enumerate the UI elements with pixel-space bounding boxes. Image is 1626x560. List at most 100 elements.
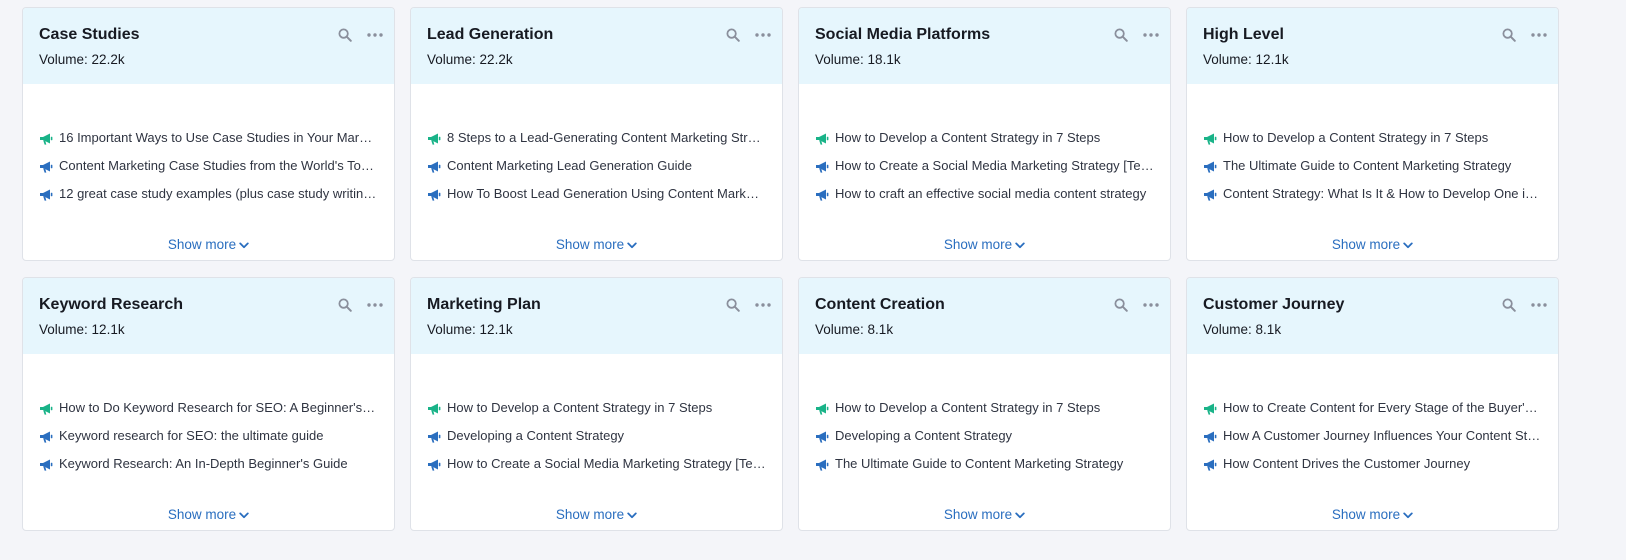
topic-item[interactable]: How to Develop a Content Strategy in 7 S…: [815, 124, 1154, 152]
search-icon[interactable]: [1112, 296, 1130, 314]
more-icon[interactable]: [366, 26, 384, 44]
topic-item[interactable]: Keyword research for SEO: the ultimate g…: [39, 422, 378, 450]
topic-title: How to Develop a Content Strategy in 7 S…: [1223, 130, 1489, 145]
megaphone-icon: [816, 161, 829, 173]
topic-item[interactable]: How to Develop a Content Strategy in 7 S…: [1203, 124, 1542, 152]
topic-list: How to Create Content for Every Stage of…: [1203, 394, 1542, 478]
megaphone-icon: [816, 459, 829, 471]
topic-item[interactable]: How to craft an effective social media c…: [815, 180, 1154, 208]
topic-title: 8 Steps to a Lead-Generating Content Mar…: [447, 130, 766, 145]
volume-value: 12.1k: [479, 322, 513, 337]
topic-item[interactable]: How to Create Content for Every Stage of…: [1203, 394, 1542, 422]
search-icon[interactable]: [336, 296, 354, 314]
more-icon[interactable]: [1142, 26, 1160, 44]
card-actions: [724, 296, 772, 314]
card-actions: [1112, 296, 1160, 314]
show-more-button[interactable]: Show more: [1187, 507, 1558, 522]
megaphone-icon: [40, 133, 53, 145]
topic-item[interactable]: How Content Drives the Customer Journey: [1203, 450, 1542, 478]
topic-title: The Ultimate Guide to Content Marketing …: [835, 456, 1124, 471]
card-actions: [336, 296, 384, 314]
topic-item[interactable]: The Ultimate Guide to Content Marketing …: [1203, 152, 1542, 180]
topic-item[interactable]: Content Strategy: What Is It & How to De…: [1203, 180, 1542, 208]
more-icon[interactable]: [754, 26, 772, 44]
search-icon[interactable]: [1500, 26, 1518, 44]
topic-item[interactable]: Content Marketing Case Studies from the …: [39, 152, 378, 180]
more-icon[interactable]: [366, 296, 384, 314]
volume-label: Volume:: [1203, 322, 1252, 337]
card-title: Lead Generation: [427, 26, 554, 43]
topic-card: Case Studies Volume: 22.2k 16 Important …: [22, 7, 395, 261]
topic-item[interactable]: The Ultimate Guide to Content Marketing …: [815, 450, 1154, 478]
volume-value: 8.1k: [1255, 322, 1282, 337]
topic-title: 12 great case study examples (plus case …: [59, 186, 378, 201]
card-title: Case Studies: [39, 26, 140, 43]
card-volume: Volume: 22.2k: [39, 51, 378, 69]
chevron-down-icon: [627, 242, 637, 249]
search-icon[interactable]: [1500, 296, 1518, 314]
topic-list: How to Do Keyword Research for SEO: A Be…: [39, 394, 378, 478]
topic-item[interactable]: 16 Important Ways to Use Case Studies in…: [39, 124, 378, 152]
more-icon[interactable]: [1142, 296, 1160, 314]
search-icon[interactable]: [724, 296, 742, 314]
megaphone-icon: [428, 161, 441, 173]
topic-title: Developing a Content Strategy: [835, 428, 1013, 443]
show-more-button[interactable]: Show more: [411, 237, 782, 252]
topic-title: How A Customer Journey Influences Your C…: [1223, 428, 1542, 443]
topic-item[interactable]: How to Do Keyword Research for SEO: A Be…: [39, 394, 378, 422]
show-more-button[interactable]: Show more: [411, 507, 782, 522]
topic-title: Content Marketing Lead Generation Guide: [447, 158, 692, 173]
card-actions: [1500, 26, 1548, 44]
topic-item[interactable]: 8 Steps to a Lead-Generating Content Mar…: [427, 124, 766, 152]
topic-list: How to Develop a Content Strategy in 7 S…: [815, 394, 1154, 478]
card-volume: Volume: 18.1k: [815, 51, 1154, 69]
chevron-down-icon: [1015, 242, 1025, 249]
topic-item[interactable]: Content Marketing Lead Generation Guide: [427, 152, 766, 180]
megaphone-icon: [40, 189, 53, 201]
more-icon[interactable]: [754, 296, 772, 314]
more-icon[interactable]: [1530, 296, 1548, 314]
card-header: Case Studies Volume: 22.2k: [23, 8, 394, 84]
more-icon[interactable]: [1530, 26, 1548, 44]
volume-value: 22.2k: [91, 52, 125, 67]
topic-title: Content Marketing Case Studies from the …: [59, 158, 378, 173]
topic-title: Developing a Content Strategy: [447, 428, 625, 443]
card-volume: Volume: 12.1k: [427, 321, 766, 339]
card-header: Marketing Plan Volume: 12.1k: [411, 278, 782, 354]
topic-title: The Ultimate Guide to Content Marketing …: [1223, 158, 1512, 173]
topic-item[interactable]: How to Create a Social Media Marketing S…: [815, 152, 1154, 180]
show-more-button[interactable]: Show more: [1187, 237, 1558, 252]
topic-item[interactable]: 12 great case study examples (plus case …: [39, 180, 378, 208]
topic-title: Content Strategy: What Is It & How to De…: [1223, 186, 1542, 201]
show-more-label: Show more: [555, 507, 625, 522]
topic-item[interactable]: How to Develop a Content Strategy in 7 S…: [427, 394, 766, 422]
card-title: High Level: [1203, 26, 1284, 43]
show-more-button[interactable]: Show more: [23, 507, 394, 522]
topic-item[interactable]: How To Boost Lead Generation Using Conte…: [427, 180, 766, 208]
megaphone-icon: [816, 189, 829, 201]
megaphone-icon: [816, 403, 829, 415]
card-title: Content Creation: [815, 296, 945, 313]
megaphone-icon: [428, 431, 441, 443]
card-actions: [1500, 296, 1548, 314]
show-more-label: Show more: [167, 237, 237, 252]
topic-item[interactable]: How to Develop a Content Strategy in 7 S…: [815, 394, 1154, 422]
topic-item[interactable]: Developing a Content Strategy: [815, 422, 1154, 450]
search-icon[interactable]: [724, 26, 742, 44]
show-more-label: Show more: [1331, 237, 1401, 252]
volume-value: 12.1k: [91, 322, 125, 337]
topic-item[interactable]: Developing a Content Strategy: [427, 422, 766, 450]
topic-item[interactable]: How A Customer Journey Influences Your C…: [1203, 422, 1542, 450]
show-more-button[interactable]: Show more: [799, 237, 1170, 252]
topic-item[interactable]: How to Create a Social Media Marketing S…: [427, 450, 766, 478]
topic-cards-grid: Case Studies Volume: 22.2k 16 Important …: [22, 7, 1559, 531]
volume-value: 12.1k: [1255, 52, 1289, 67]
show-more-button[interactable]: Show more: [799, 507, 1170, 522]
search-icon[interactable]: [1112, 26, 1130, 44]
topic-item[interactable]: Keyword Research: An In-Depth Beginner's…: [39, 450, 378, 478]
card-title: Social Media Platforms: [815, 26, 991, 43]
topic-list: 8 Steps to a Lead-Generating Content Mar…: [427, 124, 766, 208]
megaphone-icon: [1204, 161, 1217, 173]
show-more-button[interactable]: Show more: [23, 237, 394, 252]
search-icon[interactable]: [336, 26, 354, 44]
